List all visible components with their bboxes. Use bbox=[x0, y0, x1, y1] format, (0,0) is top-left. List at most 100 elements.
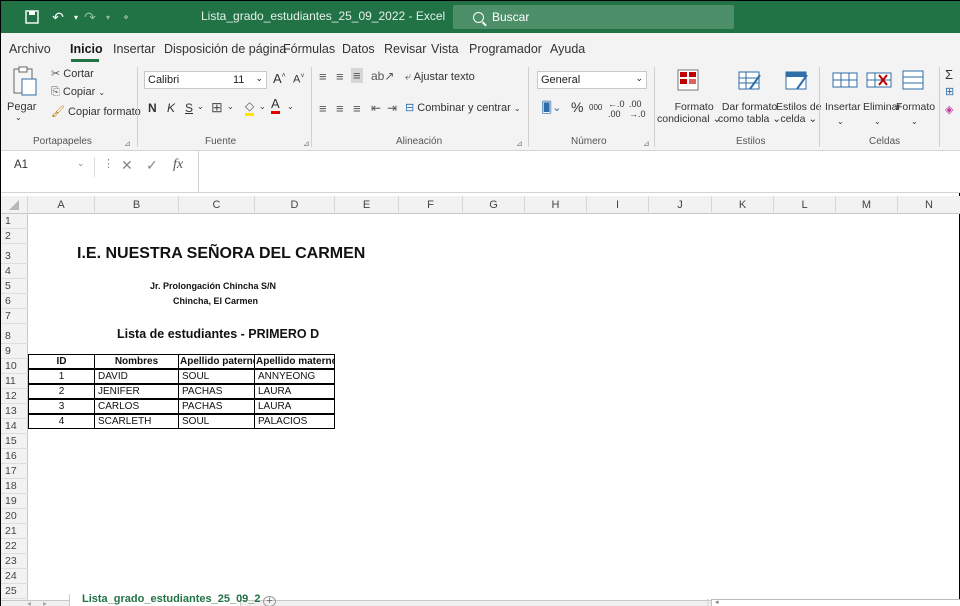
row-header[interactable]: 1 bbox=[1, 214, 28, 229]
align-right-icon[interactable]: ≡ bbox=[353, 101, 361, 116]
wrap-text-button[interactable]: ⤶ Ajustar texto bbox=[405, 71, 475, 84]
row-header[interactable]: 3 bbox=[1, 244, 28, 264]
customize-toolbar-icon[interactable]: ⚬ bbox=[117, 8, 135, 26]
column-header[interactable]: D bbox=[255, 196, 335, 214]
add-sheet-icon[interactable]: + bbox=[263, 596, 276, 606]
column-header[interactable]: B bbox=[95, 196, 179, 214]
row-header[interactable]: 25 bbox=[1, 584, 28, 599]
currency-icon[interactable]: 🂠⌄ bbox=[541, 101, 561, 114]
font-launcher-icon[interactable]: ⊿ bbox=[303, 139, 310, 148]
table-cell[interactable]: 2 bbox=[28, 384, 95, 399]
tab-archivo[interactable]: Archivo bbox=[9, 42, 51, 56]
shrink-font-icon[interactable]: A˅ bbox=[293, 73, 304, 86]
number-launcher-icon[interactable]: ⊿ bbox=[643, 139, 650, 148]
table-header-cell[interactable]: ID bbox=[28, 354, 95, 369]
column-header[interactable]: N bbox=[898, 196, 960, 214]
table-cell[interactable]: SOUL bbox=[178, 414, 255, 429]
prev-sheet-icon[interactable]: ◂ bbox=[27, 599, 31, 606]
table-header-cell[interactable]: Nombres bbox=[94, 354, 179, 369]
table-cell[interactable]: PACHAS bbox=[178, 399, 255, 414]
row-header[interactable]: 19 bbox=[1, 494, 28, 509]
column-header[interactable]: M bbox=[836, 196, 898, 214]
row-header[interactable]: 7 bbox=[1, 309, 28, 324]
column-header[interactable]: H bbox=[525, 196, 587, 214]
autosum-icon[interactable]: Σ bbox=[945, 67, 953, 82]
worksheet-grid[interactable]: I.E. NUESTRA SEÑORA DEL CARMEN Jr. Prolo… bbox=[28, 214, 960, 600]
orientation-icon[interactable]: ab↗ bbox=[371, 69, 394, 83]
save-icon[interactable] bbox=[23, 8, 41, 26]
cut-button[interactable]: ✂ Cortar bbox=[51, 67, 94, 80]
column-header[interactable]: I bbox=[587, 196, 649, 214]
conditional-format-button[interactable]: Formato condicional ⌄ bbox=[657, 101, 721, 125]
row-header[interactable]: 21 bbox=[1, 524, 28, 539]
alignment-launcher-icon[interactable]: ⊿ bbox=[516, 139, 523, 148]
insert-function-icon[interactable]: fx bbox=[173, 157, 183, 173]
search-box[interactable]: Buscar bbox=[453, 5, 734, 29]
scroll-left-icon[interactable]: ◂ bbox=[715, 598, 719, 606]
chevron-down-icon[interactable]: ⌄ bbox=[837, 117, 844, 126]
copy-button[interactable]: ⎘ Copiar ⌄ bbox=[51, 86, 105, 99]
table-cell[interactable]: DAVID bbox=[94, 369, 179, 384]
chevron-down-icon[interactable]: ⌄ bbox=[77, 158, 85, 169]
table-cell[interactable]: LAURA bbox=[254, 399, 335, 414]
next-sheet-icon[interactable]: ▸ bbox=[43, 599, 47, 606]
table-cell[interactable]: PACHAS bbox=[178, 384, 255, 399]
chevron-down-icon[interactable]: ⌄ bbox=[911, 117, 918, 126]
number-format-select[interactable]: General ⌄ bbox=[537, 71, 647, 89]
table-header-cell[interactable]: Apellido paterno bbox=[178, 354, 255, 369]
underline-icon[interactable]: S bbox=[185, 101, 193, 115]
percent-icon[interactable]: % bbox=[571, 99, 583, 115]
row-header[interactable]: 12 bbox=[1, 389, 28, 404]
table-cell[interactable]: JENIFER bbox=[94, 384, 179, 399]
decrease-indent-icon[interactable]: ⇤ bbox=[371, 101, 381, 115]
row-header[interactable]: 16 bbox=[1, 449, 28, 464]
tab-vista[interactable]: Vista bbox=[431, 42, 459, 56]
tab-formulas[interactable]: Fórmulas bbox=[283, 42, 335, 56]
fill-color-icon[interactable]: ◇ bbox=[245, 99, 255, 116]
row-header[interactable]: 4 bbox=[1, 264, 28, 279]
paste-button[interactable]: Pegar bbox=[7, 101, 36, 113]
row-header[interactable]: 23 bbox=[1, 554, 28, 569]
row-header[interactable]: 20 bbox=[1, 509, 28, 524]
column-header[interactable]: E bbox=[335, 196, 399, 214]
format-cells-button[interactable]: Formato bbox=[896, 101, 935, 113]
table-cell[interactable]: CARLOS bbox=[94, 399, 179, 414]
table-header-cell[interactable]: Apellido materno bbox=[254, 354, 335, 369]
select-all-corner[interactable] bbox=[1, 196, 28, 214]
column-header[interactable]: C bbox=[179, 196, 255, 214]
align-left-icon[interactable]: ≡ bbox=[319, 101, 327, 116]
column-header[interactable]: A bbox=[28, 196, 95, 214]
column-header[interactable]: J bbox=[649, 196, 712, 214]
format-painter-button[interactable]: 🖌 Copiar formato bbox=[51, 105, 141, 118]
row-header[interactable]: 14 bbox=[1, 419, 28, 434]
row-header[interactable]: 15 bbox=[1, 434, 28, 449]
row-header[interactable]: 2 bbox=[1, 229, 28, 244]
increase-indent-icon[interactable]: ⇥ bbox=[387, 101, 397, 115]
insert-cells-button[interactable]: Insertar bbox=[825, 101, 861, 113]
table-cell[interactable]: SOUL bbox=[178, 369, 255, 384]
tab-disposicion[interactable]: Disposición de página bbox=[164, 42, 286, 56]
increase-decimal-icon[interactable]: ←.0.00 bbox=[608, 99, 625, 119]
align-top-icon[interactable]: ≡ bbox=[319, 69, 327, 84]
tab-revisar[interactable]: Revisar bbox=[384, 42, 426, 56]
align-center-icon[interactable]: ≡ bbox=[336, 101, 344, 116]
chevron-down-icon[interactable]: ⌄ bbox=[874, 117, 881, 126]
column-header[interactable]: L bbox=[774, 196, 836, 214]
row-header[interactable]: 11 bbox=[1, 374, 28, 389]
tab-programador[interactable]: Programador bbox=[469, 42, 542, 56]
tab-ayuda[interactable]: Ayuda bbox=[550, 42, 585, 56]
table-cell[interactable]: 4 bbox=[28, 414, 95, 429]
tab-insertar[interactable]: Insertar bbox=[113, 42, 155, 56]
chevron-down-icon[interactable]: ⌄ bbox=[259, 102, 266, 111]
table-cell[interactable]: ANNYEONG bbox=[254, 369, 335, 384]
table-cell[interactable]: LAURA bbox=[254, 384, 335, 399]
paste-icon[interactable] bbox=[9, 65, 39, 99]
row-header[interactable]: 6 bbox=[1, 294, 28, 309]
fill-icon[interactable]: ⊞ bbox=[945, 85, 954, 98]
tab-inicio[interactable]: Inicio bbox=[70, 42, 103, 56]
undo-icon[interactable]: ↶ bbox=[49, 8, 67, 26]
row-header[interactable]: 9 bbox=[1, 344, 28, 359]
row-header[interactable]: 5 bbox=[1, 279, 28, 294]
merge-center-button[interactable]: ⊟ Combinar y centrar ⌄ bbox=[405, 101, 521, 114]
enter-icon[interactable]: ✓ bbox=[146, 157, 158, 174]
